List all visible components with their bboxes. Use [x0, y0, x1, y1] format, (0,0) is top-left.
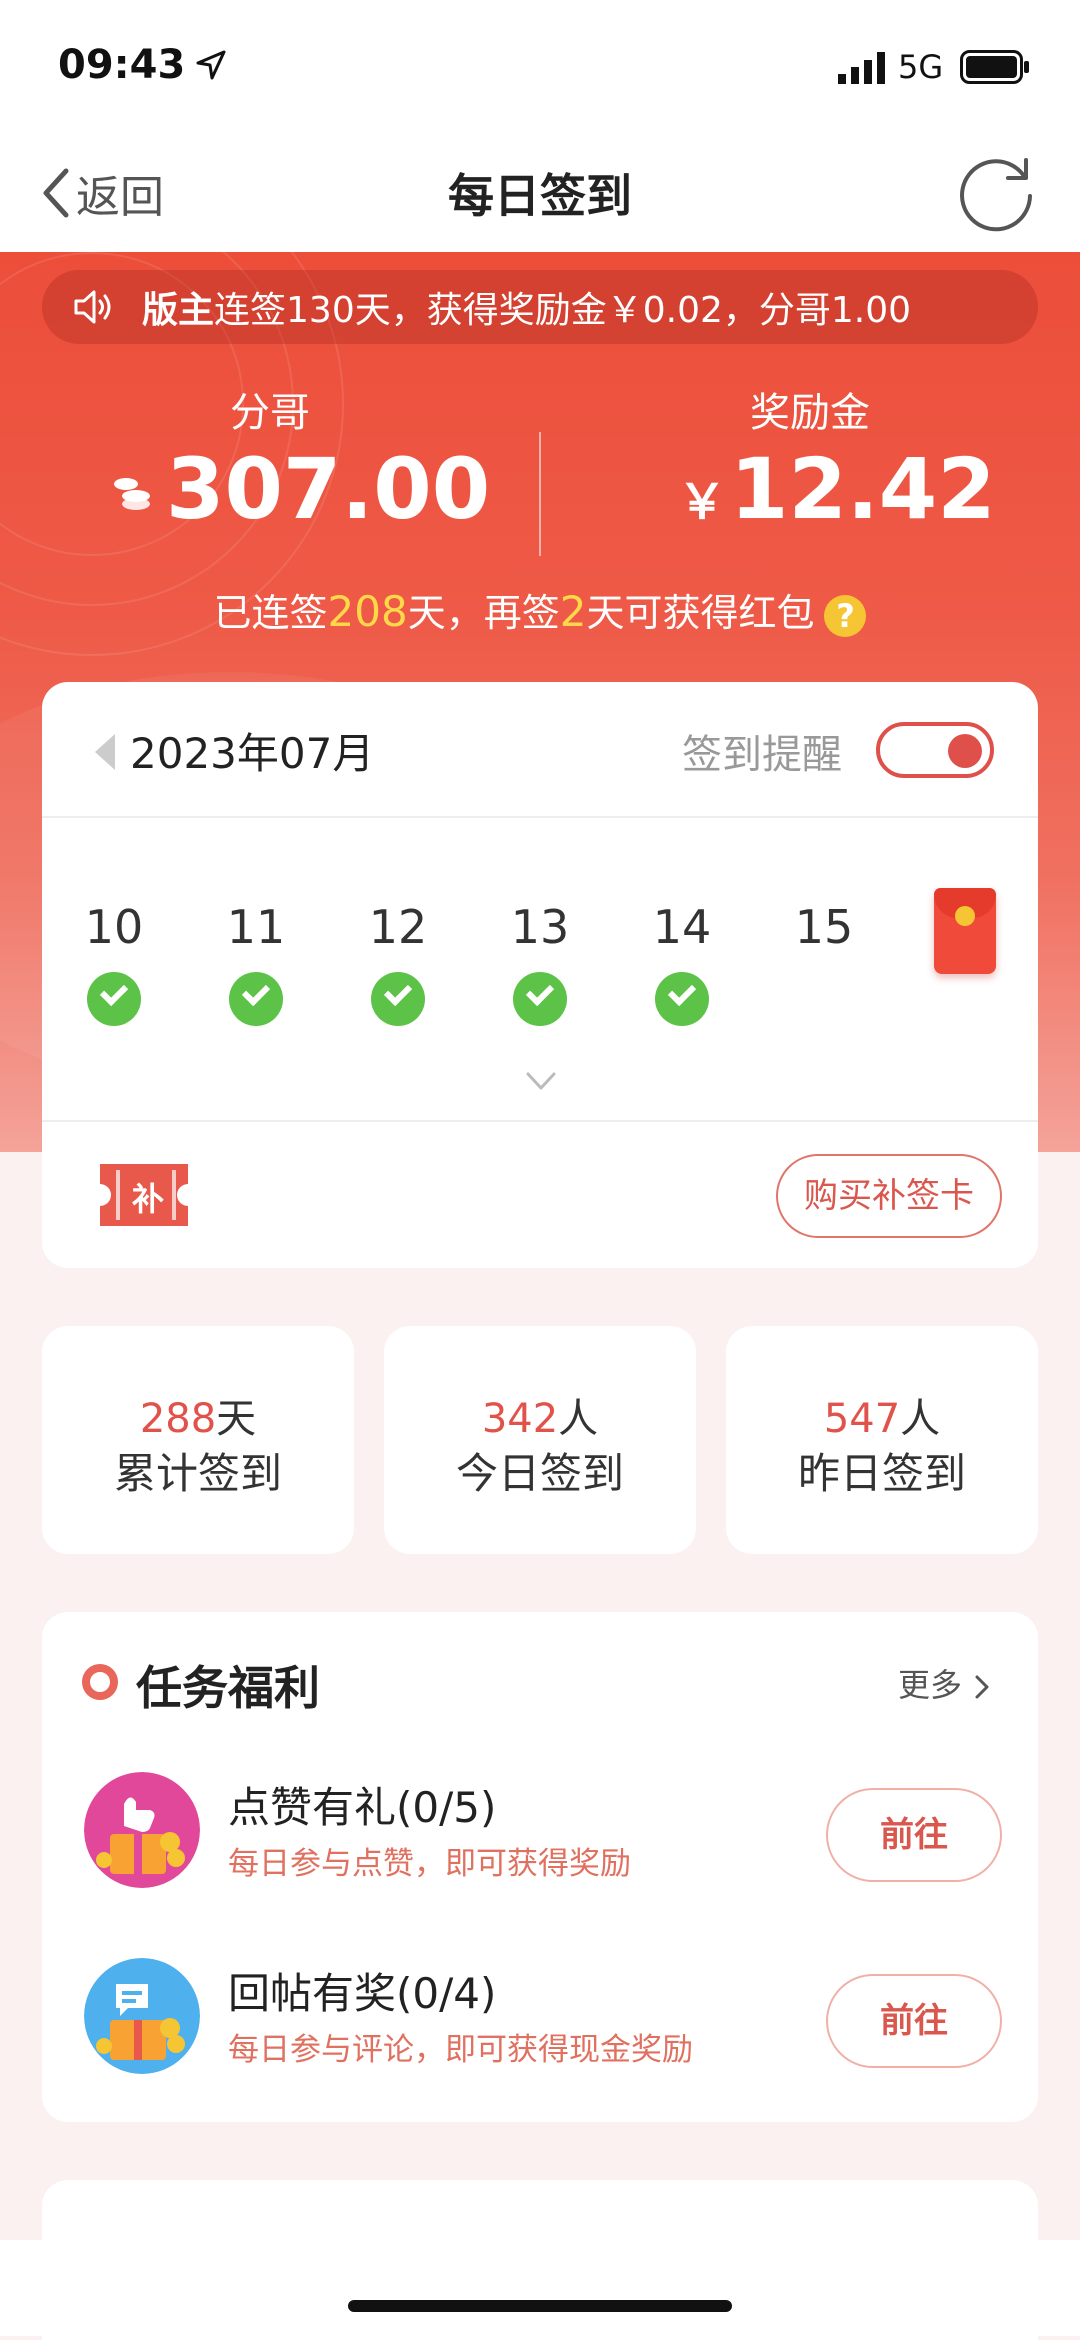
- tasks-title: 任务福利: [136, 1661, 320, 1715]
- buy-makeup-card-button[interactable]: 购买补签卡: [776, 1154, 1002, 1238]
- reminder-label: 签到提醒: [682, 732, 842, 778]
- go-like-task-button[interactable]: 前往: [826, 1788, 1002, 1882]
- ticket-text: 补: [132, 1180, 164, 1218]
- makeup-ticket-icon: 补: [100, 1164, 188, 1226]
- day-number: 14: [652, 900, 712, 954]
- streak-remaining: 2: [559, 587, 587, 636]
- page-title: 每日签到: [448, 169, 632, 223]
- refresh-icon[interactable]: [954, 150, 1038, 234]
- currency-symbol: ￥: [678, 474, 727, 530]
- speaker-icon: [74, 290, 111, 324]
- red-packet-icon[interactable]: [934, 888, 996, 974]
- home-indicator-area: [0, 2240, 1080, 2336]
- reward-value: 12.42: [730, 440, 996, 538]
- total-value: 288: [139, 1396, 217, 1442]
- check-icon: [513, 972, 567, 1026]
- reward-label: 奖励金: [750, 390, 870, 436]
- day-number: 15: [794, 900, 854, 954]
- prev-month-icon[interactable]: [95, 734, 115, 770]
- fen-label: 分哥: [230, 390, 310, 436]
- fen-value: 307.00: [166, 440, 491, 538]
- total-unit: 天: [216, 1396, 257, 1442]
- day-number: 13: [510, 900, 570, 954]
- task-desc: 每日参与点赞，即可获得奖励: [228, 1846, 631, 1882]
- check-icon: [655, 972, 709, 1026]
- reminder-toggle[interactable]: [876, 722, 994, 778]
- streak-info: 已连签208天，再签2天可获得红包?: [0, 582, 1080, 637]
- more-link[interactable]: 更多: [898, 1660, 992, 1706]
- toggle-knob: [948, 734, 982, 768]
- day-number: 10: [84, 900, 144, 954]
- day-cell[interactable]: 11: [206, 900, 306, 1026]
- day-cell[interactable]: 14: [632, 900, 732, 1026]
- yesterday-value: 547: [823, 1396, 901, 1442]
- month-label: 2023年07月: [130, 729, 375, 778]
- home-indicator[interactable]: [348, 2300, 732, 2312]
- day-cell[interactable]: 15: [774, 900, 874, 954]
- streak-text-2: 天，再签: [407, 591, 560, 635]
- total-label: 累计签到: [113, 1449, 282, 1498]
- task-desc: 每日参与评论，即可获得现金奖励: [228, 2032, 693, 2068]
- location-arrow-icon: [196, 50, 226, 80]
- check-icon: [229, 972, 283, 1026]
- task-name: 点赞有礼(0/5): [228, 1783, 497, 1832]
- notice-text: 连签130天，获得奖励金￥0.02，分哥1.00: [214, 290, 912, 331]
- today-unit: 人: [558, 1396, 599, 1442]
- check-icon: [87, 972, 141, 1026]
- help-icon[interactable]: ?: [824, 594, 867, 637]
- stats-divider: [539, 432, 541, 556]
- check-icon: [371, 972, 425, 1026]
- like-reward-icon: [84, 1772, 200, 1888]
- day-cell[interactable]: 13: [490, 900, 590, 1026]
- go-reply-task-button[interactable]: 前往: [826, 1974, 1002, 2068]
- streak-text-1: 已连签: [213, 591, 328, 635]
- more-label: 更多: [898, 1666, 963, 1704]
- day-number: 12: [368, 900, 428, 954]
- section-dot-icon: [82, 1664, 118, 1700]
- announcement-bar[interactable]: 版主 连签130天，获得奖励金￥0.02，分哥1.00: [42, 270, 1038, 344]
- reply-reward-icon: [84, 1958, 200, 2074]
- task-name: 回帖有奖(0/4): [228, 1969, 497, 2018]
- yesterday-signin-card: 547人 昨日签到: [726, 1326, 1038, 1554]
- day-cell[interactable]: 10: [64, 900, 164, 1026]
- streak-text-3: 天可获得红包: [586, 591, 815, 635]
- yesterday-label: 昨日签到: [797, 1449, 966, 1498]
- network-type: 5G: [898, 48, 944, 86]
- battery-icon: [960, 50, 1029, 84]
- day-number: 11: [226, 900, 286, 954]
- day-cell[interactable]: 12: [348, 900, 448, 1026]
- notice-highlight: 版主: [142, 290, 215, 331]
- today-signin-card: 342人 今日签到: [384, 1326, 696, 1554]
- chevron-right-icon: [975, 1675, 989, 1699]
- chevron-down-icon[interactable]: [524, 1064, 558, 1098]
- streak-days: 208: [327, 587, 408, 636]
- red-packet-coin: [955, 906, 975, 926]
- total-signin-card: 288天 累计签到: [42, 1326, 354, 1554]
- today-label: 今日签到: [455, 1449, 624, 1498]
- status-time: 09:43: [58, 42, 186, 88]
- yesterday-unit: 人: [900, 1396, 941, 1442]
- today-value: 342: [481, 1396, 559, 1442]
- signal-icon: [838, 52, 885, 84]
- coins-icon: [114, 478, 150, 510]
- calendar-divider: [42, 1120, 1038, 1122]
